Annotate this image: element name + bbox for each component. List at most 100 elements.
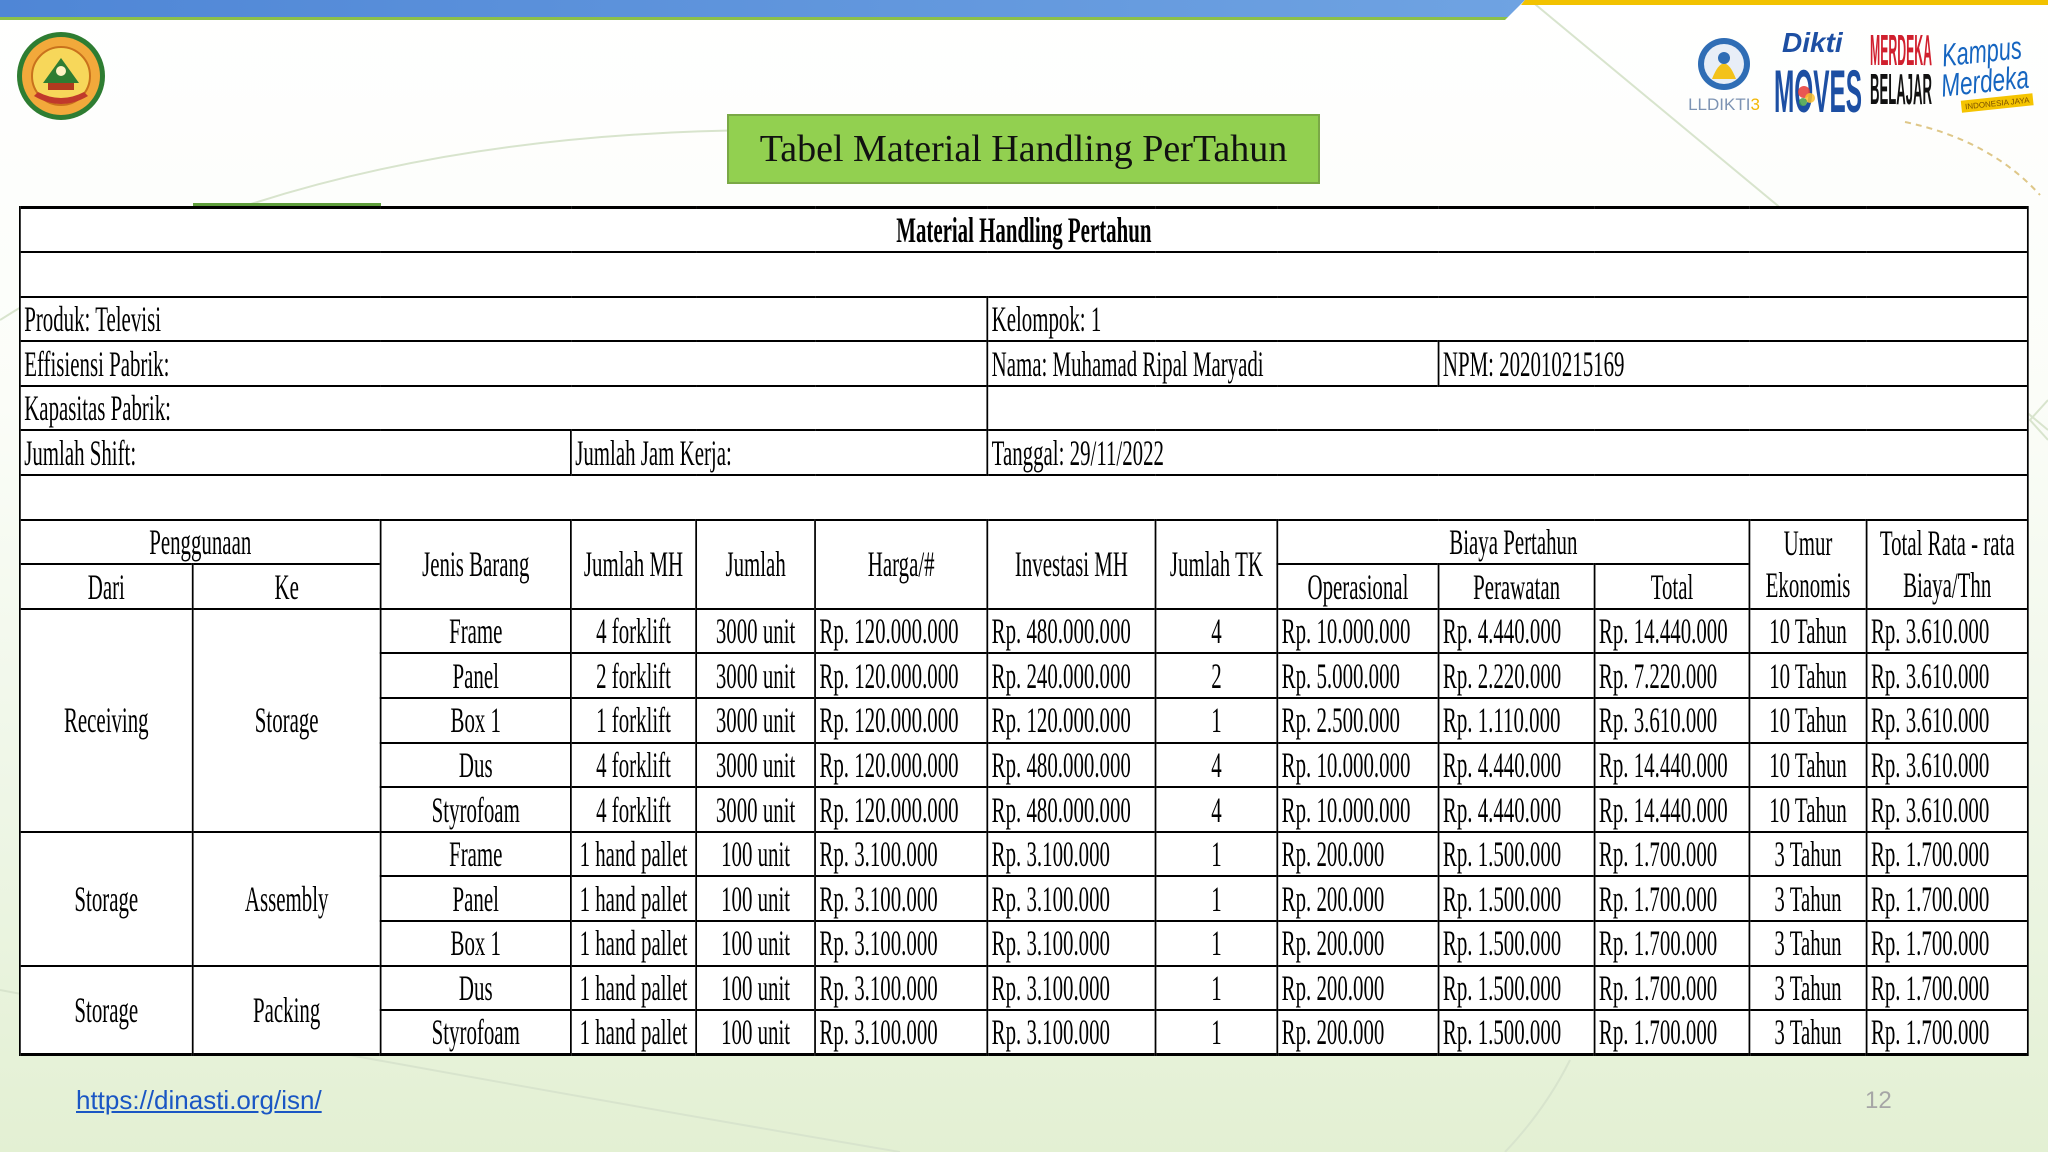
material-handling-table-container: Material Handling Pertahun Produk: Telev… <box>19 206 2030 1060</box>
info-row: Effisiensi Pabrik: Nama: Muhamad Ripal M… <box>19 340 2029 387</box>
total-rata-rata-cell: Rp. 3.610.000 <box>1865 697 2029 744</box>
total-rata-rata-cell: Rp. 1.700.000 <box>1865 920 2029 967</box>
umur-ekonomis-cell: 3 Tahun <box>1748 964 1868 1012</box>
investasi-mh-cell: Rp. 240.000.000 <box>986 652 1157 700</box>
biaya-perawatan-cell: Rp. 1.500.000 <box>1437 875 1596 922</box>
jenis-barang-cell: Box 1 <box>379 697 572 744</box>
biaya-operasional-cell: Rp. 200.000 <box>1276 830 1440 878</box>
merdeka-belajar-line2: BELAJAR <box>1870 65 1932 108</box>
umur-ekonomis-cell: 3 Tahun <box>1748 830 1868 878</box>
umur-ekonomis-cell: 10 Tahun <box>1748 607 1868 655</box>
header-rata-line2: Biaya/Thn <box>1903 565 1992 606</box>
jenis-barang-cell: Frame <box>379 830 572 878</box>
biaya-perawatan-cell: Rp. 4.440.000 <box>1437 607 1596 655</box>
biaya-perawatan-cell: Rp. 1.110.000 <box>1437 697 1596 744</box>
page-number: 12 <box>1865 1087 1892 1114</box>
jumlah-cell: 100 unit <box>695 964 816 1012</box>
table-row: Storage Assembly Frame 1 hand pallet 100 uni… <box>19 830 2029 967</box>
jumlah-mh-cell: 1 hand pallet <box>569 964 698 1012</box>
footer-link[interactable]: https://dinasti.org/isn/ <box>76 1085 322 1116</box>
biaya-operasional-cell: Rp. 10.000.000 <box>1276 607 1440 655</box>
nama-cell: Nama: Muhamad Ripal Maryadi <box>986 340 1440 387</box>
biaya-operasional-cell: Rp. 200.000 <box>1276 920 1440 967</box>
jumlah-mh-cell: 4 forklift <box>569 741 698 789</box>
effisiensi-cell: Effisiensi Pabrik: <box>19 340 989 387</box>
header-perawatan: Perawatan <box>1437 563 1596 610</box>
header-rata-line1: Total Rata - rata <box>1879 523 2015 564</box>
header-jenis-barang: Jenis Barang <box>379 518 572 610</box>
header-umur-line2: Ekonomis <box>1765 565 1851 606</box>
biaya-total-cell: Rp. 1.700.000 <box>1593 964 1751 1012</box>
jenis-barang-cell: Styrofoam <box>379 1009 572 1056</box>
biaya-operasional-cell: Rp. 5.000.000 <box>1276 652 1440 700</box>
harga-cell: Rp. 3.100.000 <box>814 964 989 1012</box>
table-row: Receiving Storage Frame 4 forklift 3000 unit… <box>19 607 2029 833</box>
harga-cell: Rp. 120.000.000 <box>814 652 989 700</box>
dikti-moves-logo: Dikti MOVES <box>1774 27 1862 118</box>
kampus-merdeka-logo: Kampus Merdeka INDONESIA JAYA <box>1939 29 2034 113</box>
jumlah-cell: 100 unit <box>695 875 816 922</box>
investasi-mh-cell: Rp. 3.100.000 <box>986 1009 1157 1056</box>
biaya-total-cell: Rp. 7.220.000 <box>1593 652 1751 700</box>
harga-cell: Rp. 120.000.000 <box>814 741 989 789</box>
total-rata-rata-cell: Rp. 1.700.000 <box>1865 964 2029 1012</box>
produk-cell: Produk: Televisi <box>19 295 989 343</box>
jenis-barang-cell: Dus <box>379 964 572 1012</box>
biaya-perawatan-cell: Rp. 1.500.000 <box>1437 1009 1596 1056</box>
biaya-total-cell: Rp. 1.700.000 <box>1593 920 1751 967</box>
header-jumlah-mh: Jumlah MH <box>569 518 698 610</box>
table-row: Storage Packing Dus 1 hand pallet 100 unit Rp… <box>19 964 2029 1056</box>
total-rata-rata-cell: Rp. 3.610.000 <box>1865 607 2029 655</box>
umur-ekonomis-cell: 10 Tahun <box>1748 697 1868 744</box>
svg-text:LLDIKTI3: LLDIKTI3 <box>1688 95 1760 114</box>
blank-cell <box>19 474 2029 521</box>
total-rata-rata-cell: Rp. 1.700.000 <box>1865 1009 2029 1056</box>
header-ke: Ke <box>191 563 382 610</box>
table-title: Material Handling Pertahun <box>19 206 2029 254</box>
dari-cell: Storage <box>19 830 194 967</box>
blank-row <box>19 251 2029 298</box>
jumlah-mh-cell: 1 hand pallet <box>569 920 698 967</box>
header-total-rata-rata: Total Rata - rata Biaya/Thn <box>1865 518 2029 610</box>
harga-cell: Rp. 3.100.000 <box>814 920 989 967</box>
header-total: Total <box>1593 563 1751 610</box>
table-body: Receiving Storage Frame 4 forklift 3000 unit… <box>19 607 2029 1056</box>
info-row: Jumlah Shift: Jumlah Jam Kerja: Tanggal:… <box>19 429 2029 477</box>
header-umur-line1: Umur <box>1783 523 1833 564</box>
jumlah-mh-cell: 1 forklift <box>569 697 698 744</box>
table-title-row: Material Handling Pertahun <box>19 206 2029 254</box>
merdeka-belajar-logo: MERDEKA BELAJAR <box>1870 30 1932 108</box>
biaya-operasional-cell: Rp. 200.000 <box>1276 1009 1440 1056</box>
header-harga: Harga/# <box>814 518 989 610</box>
header-umur-ekonomis: Umur Ekonomis <box>1748 518 1868 610</box>
biaya-total-cell: Rp. 14.440.000 <box>1593 786 1751 833</box>
biaya-operasional-cell: Rp. 10.000.000 <box>1276 786 1440 833</box>
jumlah-mh-cell: 1 hand pallet <box>569 875 698 922</box>
biaya-perawatan-cell: Rp. 4.440.000 <box>1437 786 1596 833</box>
investasi-mh-cell: Rp. 480.000.000 <box>986 741 1157 789</box>
biaya-operasional-cell: Rp. 10.000.000 <box>1276 741 1440 789</box>
total-rata-rata-cell: Rp. 1.700.000 <box>1865 830 2029 878</box>
shift-cell: Jumlah Shift: <box>19 429 572 477</box>
header-row: Penggunaan Jenis Barang Jumlah MH Jumlah… <box>19 518 2029 610</box>
harga-cell: Rp. 3.100.000 <box>814 1009 989 1056</box>
jenis-barang-cell: Box 1 <box>379 920 572 967</box>
jumlah-mh-cell: 1 hand pallet <box>569 830 698 878</box>
jenis-barang-cell: Panel <box>379 652 572 700</box>
ke-cell: Packing <box>191 964 382 1056</box>
tanggal-cell: Tanggal: 29/11/2022 <box>986 429 2029 477</box>
jenis-barang-cell: Styrofoam <box>379 786 572 833</box>
ke-cell: Assembly <box>191 830 382 967</box>
investasi-mh-cell: Rp. 3.100.000 <box>986 920 1157 967</box>
dari-cell: Storage <box>19 964 194 1056</box>
blank-cell <box>986 384 2029 432</box>
harga-cell: Rp. 3.100.000 <box>814 875 989 922</box>
header-jumlah-tk: Jumlah TK <box>1154 518 1279 610</box>
jumlah-tk-cell: 1 <box>1154 920 1279 967</box>
biaya-perawatan-cell: Rp. 4.440.000 <box>1437 741 1596 789</box>
lldikti-logo-text: LLDIKTI <box>1688 95 1750 114</box>
slide-title-box: Tabel Material Handling PerTahun <box>727 114 1320 184</box>
investasi-mh-cell: Rp. 3.100.000 <box>986 830 1157 878</box>
kapasitas-cell: Kapasitas Pabrik: <box>19 384 989 432</box>
info-row: Produk: Televisi Kelompok: 1 <box>19 295 2029 343</box>
